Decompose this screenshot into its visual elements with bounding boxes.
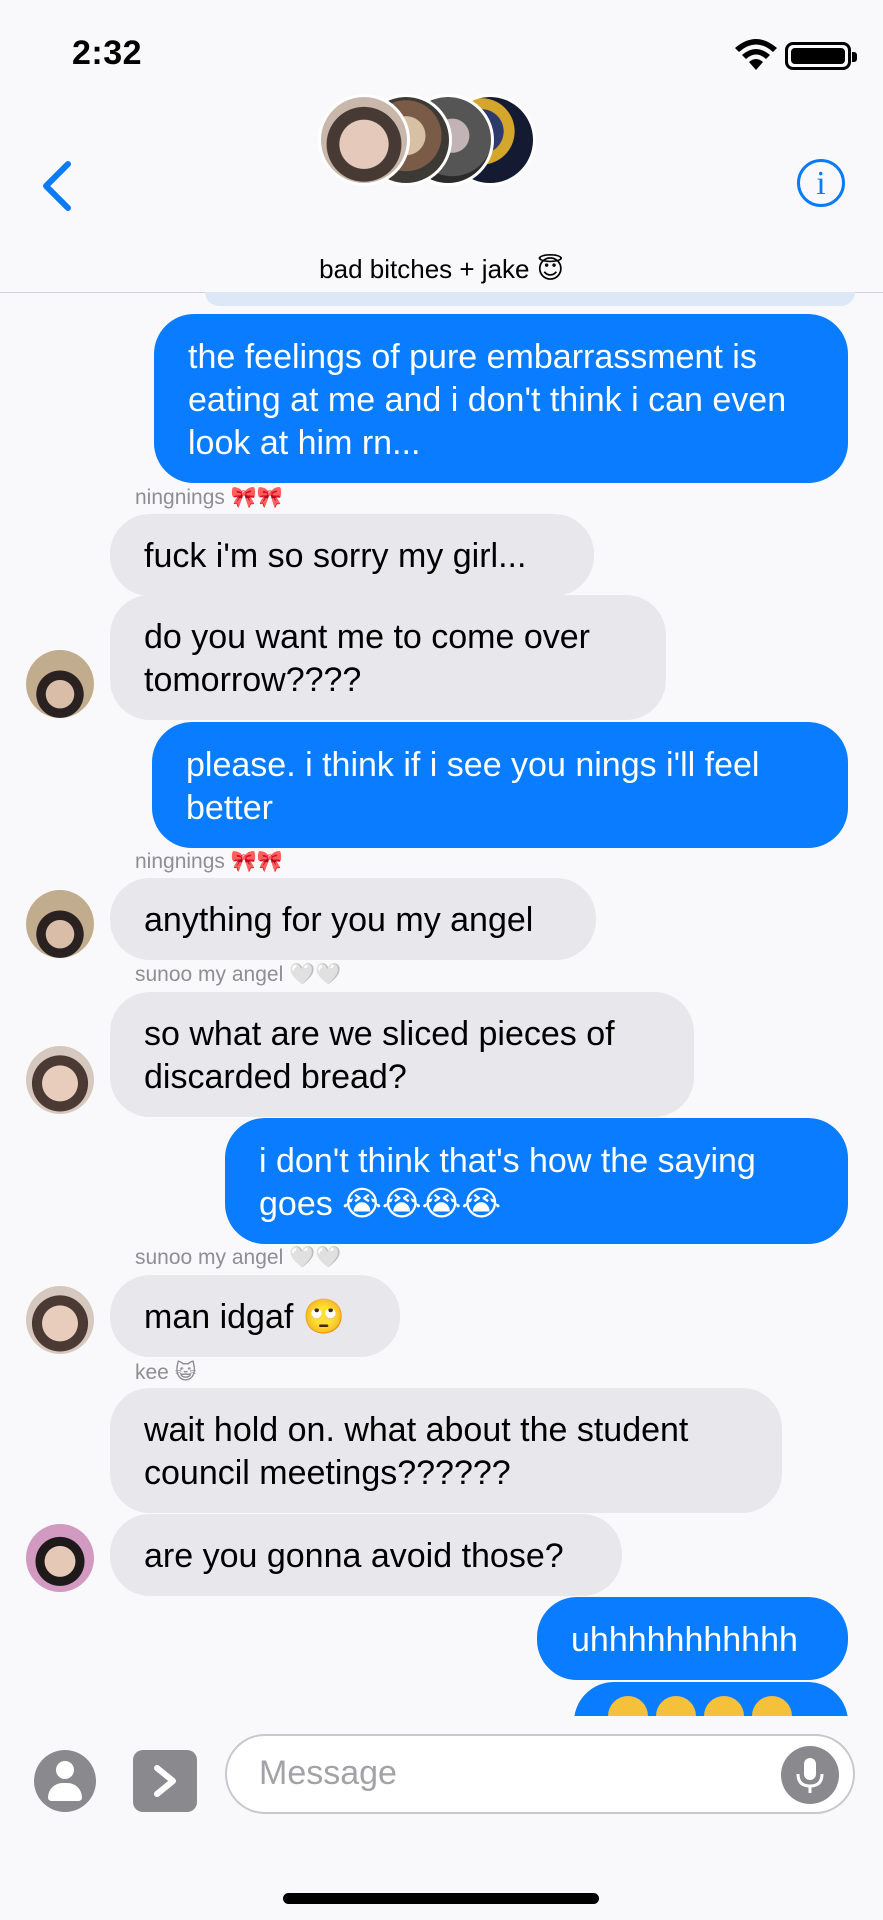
sender-name: ningnings 🎀🎀 xyxy=(135,850,284,873)
message-text: are you gonna avoid those? xyxy=(144,1537,564,1575)
avatar[interactable] xyxy=(26,1524,94,1592)
message-bubble-received[interactable]: fuck i'm so sorry my girl... xyxy=(110,514,594,596)
battery-icon xyxy=(785,42,857,70)
message-text: the feelings of pure embarrassment is ea… xyxy=(188,338,787,462)
sender-name: ningnings 🎀🎀 xyxy=(135,486,284,509)
message-bubble-sent[interactable]: the feelings of pure embarrassment is ea… xyxy=(154,314,848,483)
message-bubble-sent[interactable]: i don't think that's how the saying goes… xyxy=(225,1118,848,1244)
message-bubble-received[interactable]: so what are we sliced pieces of discarde… xyxy=(110,992,694,1117)
message-text: do you want me to come over tomorrow???? xyxy=(144,618,591,699)
microphone-icon[interactable] xyxy=(781,1746,839,1804)
sender-name: sunoo my angel 🤍🤍 xyxy=(135,963,342,986)
message-text: wait hold on. what about the student cou… xyxy=(144,1411,689,1492)
status-time: 2:32 xyxy=(72,34,143,72)
message-text: so what are we sliced pieces of discarde… xyxy=(144,1015,615,1096)
back-chevron-icon[interactable] xyxy=(38,158,78,214)
message-text: anything for you my angel xyxy=(144,901,534,939)
message-text: i don't think that's how the saying goes… xyxy=(259,1142,756,1223)
wifi-icon xyxy=(735,39,777,70)
emoji-icon xyxy=(608,1696,648,1716)
emoji-icon xyxy=(656,1696,696,1716)
message-transcript[interactable]: the feelings of pure embarrassment is ea… xyxy=(0,292,883,1716)
compose-bar: Message xyxy=(0,1716,883,1920)
home-indicator[interactable] xyxy=(283,1893,599,1904)
group-avatar-1 xyxy=(318,94,410,186)
message-text: uhhhhhhhhhhh xyxy=(571,1621,798,1659)
message-bubble-sent[interactable]: uhhhhhhhhhhh xyxy=(537,1597,848,1680)
message-bubble-received[interactable]: are you gonna avoid those? xyxy=(110,1514,622,1596)
group-name[interactable]: bad bitches + jake 😇 xyxy=(0,254,883,285)
message-bubble-sent-partial[interactable] xyxy=(574,1682,848,1716)
sender-name: kee 😺 xyxy=(135,1361,197,1384)
emoji-icon xyxy=(704,1696,744,1716)
conversation-header: 2:32 i bad bitches + jake 😇 xyxy=(0,0,883,293)
emoji-icon xyxy=(752,1696,792,1716)
sender-name: sunoo my angel 🤍🤍 xyxy=(135,1246,342,1269)
info-icon[interactable]: i xyxy=(797,159,845,207)
avatar[interactable] xyxy=(26,890,94,958)
avatar[interactable] xyxy=(26,650,94,718)
contact-icon[interactable] xyxy=(34,1750,96,1812)
avatar[interactable] xyxy=(26,1286,94,1354)
message-bubble-sent[interactable]: please. i think if i see you nings i'll … xyxy=(152,722,848,848)
message-bubble-received[interactable]: do you want me to come over tomorrow???? xyxy=(110,595,666,720)
message-text: fuck i'm so sorry my girl... xyxy=(144,537,527,575)
message-text: man idgaf 🙄 xyxy=(144,1298,346,1336)
message-text: please. i think if i see you nings i'll … xyxy=(186,746,760,827)
message-bubble-received[interactable]: wait hold on. what about the student cou… xyxy=(110,1388,782,1513)
message-bubble-received[interactable]: man idgaf 🙄 xyxy=(110,1275,400,1357)
avatar[interactable] xyxy=(26,1046,94,1114)
message-input[interactable]: Message xyxy=(225,1734,855,1814)
expand-chevron-icon[interactable] xyxy=(133,1750,197,1812)
message-bubble-received[interactable]: anything for you my angel xyxy=(110,878,596,960)
scrolled-bubble-edge xyxy=(205,292,855,306)
message-placeholder: Message xyxy=(259,1754,397,1792)
group-avatars[interactable] xyxy=(318,94,538,188)
